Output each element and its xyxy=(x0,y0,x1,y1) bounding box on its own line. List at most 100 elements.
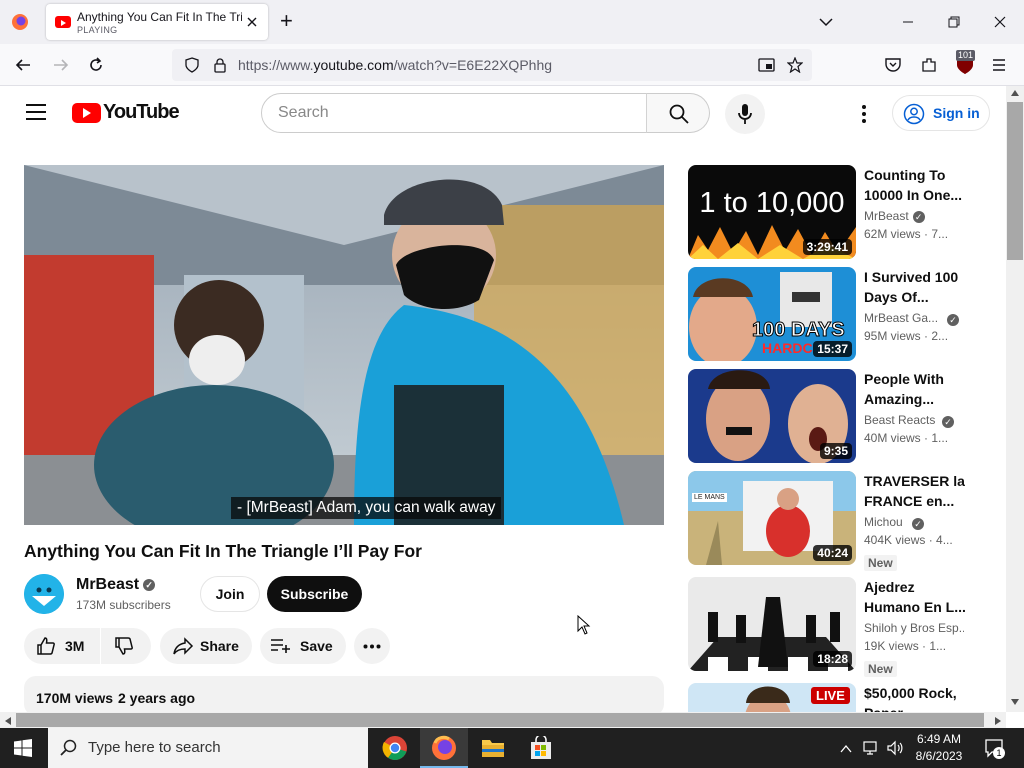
chrome-taskbar-icon[interactable] xyxy=(382,735,408,761)
recommendation-title: $50,000 Rock, Paper, Scissor... xyxy=(864,685,957,712)
url-domain: youtube.com xyxy=(313,57,394,73)
video-thumbnail[interactable]: LE MANS 40:24 xyxy=(688,471,856,565)
channel-name[interactable]: MrBeast ✓ xyxy=(76,576,156,594)
forward-icon[interactable] xyxy=(52,56,70,74)
microsoft-store-taskbar-icon[interactable] xyxy=(530,734,552,760)
video-thumbnail[interactable]: LIVE xyxy=(688,683,856,712)
tab-close-icon[interactable] xyxy=(244,14,260,30)
picture-in-picture-icon[interactable] xyxy=(758,57,776,73)
windows-start-icon[interactable] xyxy=(14,739,32,757)
firefox-view-icon[interactable] xyxy=(10,12,30,32)
subscriber-count: 173M subscribers xyxy=(76,598,171,612)
list-all-tabs-icon[interactable] xyxy=(818,14,834,30)
show-hidden-icons-icon[interactable] xyxy=(840,742,852,754)
bookmark-star-icon[interactable] xyxy=(786,56,804,74)
search-icon xyxy=(60,739,77,756)
url-prefix: https://www. xyxy=(238,57,314,73)
recommendation-channel: Beast Reacts xyxy=(864,413,936,427)
verified-badge-icon: ✓ xyxy=(947,314,959,326)
recommendation-item[interactable]: 100 DAYS HARDC 15:37 I Survived 100 Days… xyxy=(688,267,988,362)
url-text[interactable]: https://www.youtube.com/watch?v=E6E22XQP… xyxy=(238,57,552,73)
taskbar-search-box[interactable]: Type here to search xyxy=(48,728,368,768)
youtube-masthead: YouTube Search Sign in xyxy=(0,86,1006,142)
scroll-up-arrow-icon[interactable] xyxy=(1010,89,1020,97)
channel-name-label: MrBeast xyxy=(76,576,140,593)
youtube-logo[interactable]: YouTube xyxy=(72,101,180,124)
extensions-puzzle-icon[interactable] xyxy=(920,56,938,74)
mouse-cursor-icon xyxy=(577,615,591,635)
new-badge: New xyxy=(864,555,897,571)
join-button[interactable]: Join xyxy=(200,576,260,612)
video-thumbnail[interactable]: 18:28 xyxy=(688,577,856,671)
recommendation-item[interactable]: 18:28 Ajedrez Humano En L... Shiloh y Br… xyxy=(688,577,988,677)
thumbnail-text: 1 to 10,000 xyxy=(699,187,845,219)
recommendation-item[interactable]: 1 to 10,000 3:29:41 Counting To 10000 In… xyxy=(688,165,988,260)
new-tab-button[interactable]: + xyxy=(280,8,293,34)
file-explorer-taskbar-icon[interactable] xyxy=(481,737,505,759)
channel-avatar[interactable] xyxy=(24,574,64,614)
guide-menu-icon[interactable] xyxy=(26,104,46,120)
search-input[interactable]: Search xyxy=(261,93,647,133)
lock-icon[interactable] xyxy=(212,57,228,73)
window-restore-icon[interactable] xyxy=(946,14,962,30)
new-badge: New xyxy=(864,661,897,677)
video-frame xyxy=(24,165,664,525)
scroll-down-arrow-icon[interactable] xyxy=(1010,698,1020,706)
video-duration: 40:24 xyxy=(813,545,852,561)
browser-tab-active[interactable]: Anything You Can Fit In The Triangle I'l… xyxy=(46,4,268,40)
video-thumbnail[interactable]: 100 DAYS HARDC 15:37 xyxy=(688,267,856,361)
reload-icon[interactable] xyxy=(87,56,105,74)
sign-in-button[interactable]: Sign in xyxy=(892,95,990,131)
recommendation-item[interactable]: 9:35 People With Amazing... Beast Reacts… xyxy=(688,369,988,464)
recommendation-title: TRAVERSER la FRANCE en... xyxy=(864,473,965,509)
like-button[interactable]: 3M xyxy=(24,628,100,664)
network-icon[interactable] xyxy=(862,739,880,757)
video-duration: 9:35 xyxy=(819,443,852,459)
pocket-icon[interactable] xyxy=(884,56,902,74)
window-minimize-icon[interactable] xyxy=(900,14,916,30)
browser-tab-strip: Anything You Can Fit In The Triangle I'l… xyxy=(0,0,1024,44)
youtube-logo-text: YouTube xyxy=(103,101,180,123)
vertical-scrollbar-thumb[interactable] xyxy=(1007,102,1023,260)
scroll-right-arrow-icon[interactable] xyxy=(994,716,1002,726)
menu-hamburger-icon[interactable] xyxy=(991,57,1007,73)
video-thumbnail[interactable]: 9:35 xyxy=(688,369,856,463)
volume-icon[interactable] xyxy=(886,739,904,757)
recommendation-item[interactable]: LE MANS 40:24 TRAVERSER la FRANCE en... … xyxy=(688,471,988,571)
recommendation-meta: 19K views · 1... xyxy=(864,639,947,653)
video-duration: 3:29:41 xyxy=(802,239,852,255)
extension-badge: 101 xyxy=(956,50,976,61)
recommendation-meta: 404K views · 4... xyxy=(864,533,953,547)
thumbnail-text-secondary: HARDC xyxy=(762,340,813,356)
notification-center-icon[interactable]: 1 xyxy=(984,738,1005,759)
more-horizontal-icon xyxy=(363,644,381,649)
share-icon xyxy=(173,637,194,655)
system-clock[interactable]: 6:49 AM 8/6/2023 xyxy=(910,731,968,765)
save-button[interactable]: Save xyxy=(260,628,346,664)
voice-search-button[interactable] xyxy=(725,94,765,134)
video-player[interactable]: - [MrBeast] Adam, you can walk away xyxy=(24,165,664,525)
dislike-button[interactable] xyxy=(101,628,151,664)
video-thumbnail[interactable]: 1 to 10,000 3:29:41 xyxy=(688,165,856,259)
taskbar-search-placeholder: Type here to search xyxy=(88,739,221,756)
horizontal-scrollbar-thumb[interactable] xyxy=(16,713,984,727)
share-button[interactable]: Share xyxy=(160,628,252,664)
verified-badge-icon: ✓ xyxy=(912,518,924,530)
tracking-protection-shield-icon[interactable] xyxy=(184,57,200,73)
subscribe-button[interactable]: Subscribe xyxy=(267,576,362,612)
scroll-left-arrow-icon[interactable] xyxy=(4,716,12,726)
window-close-icon[interactable] xyxy=(992,14,1008,30)
firefox-taskbar-icon[interactable] xyxy=(420,728,468,768)
more-actions-button[interactable] xyxy=(354,628,390,664)
search-button[interactable] xyxy=(646,93,710,133)
back-icon[interactable] xyxy=(14,56,32,74)
recommendation-channel: Michou xyxy=(864,515,903,529)
search-placeholder: Search xyxy=(278,104,329,121)
description-box[interactable]: 170M views 2 years ago xyxy=(24,676,664,716)
verified-badge-icon: ✓ xyxy=(912,210,925,223)
recommendation-item[interactable]: LIVE $50,000 Rock, Paper, Scissor... xyxy=(688,683,988,712)
recommendation-meta: 40M views · 1... xyxy=(864,431,949,445)
address-bar[interactable]: https://www.youtube.com/watch?v=E6E22XQP… xyxy=(172,49,812,81)
recommendation-channel: MrBeast ✓ xyxy=(864,209,954,223)
settings-more-icon[interactable] xyxy=(860,104,868,124)
